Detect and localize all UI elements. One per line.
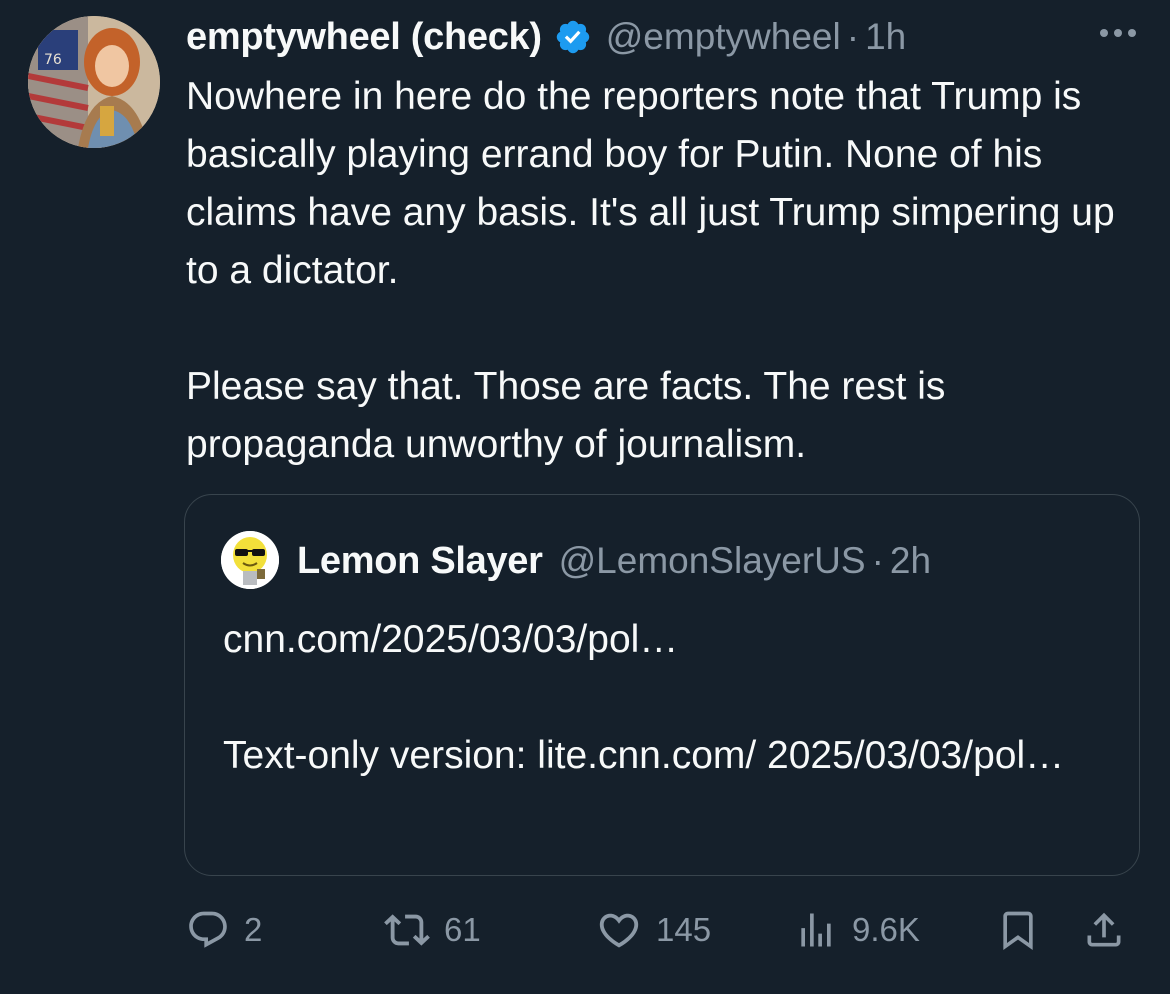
views-count: 9.6K	[852, 911, 920, 948]
separator-dot: ·	[871, 540, 884, 581]
tweet-text: Nowhere in here do the reporters note th…	[186, 68, 1126, 474]
author-display-name[interactable]: emptywheel (check)	[186, 16, 542, 59]
quoted-tweet-timestamp[interactable]: 2h	[890, 540, 931, 582]
separator-dot: ·	[846, 16, 860, 57]
tweet-header: emptywheel (check) @emptywheel · 1h	[186, 10, 906, 64]
quoted-tweet-paragraph[interactable]: Text-only version: lite.cnn.com/ 2025/03…	[223, 727, 1103, 785]
repost-count: 61	[444, 911, 481, 948]
quoted-tweet[interactable]: Lemon Slayer @LemonSlayerUS · 2h cnn.com…	[184, 494, 1140, 876]
avatar-number: 76	[44, 52, 62, 68]
quoted-author-display-name[interactable]: Lemon Slayer	[297, 540, 543, 583]
quoted-tweet-text: cnn.com/2025/03/03/pol… Text-only versio…	[223, 611, 1103, 785]
author-handle[interactable]: @emptywheel	[606, 16, 841, 58]
bookmark-button[interactable]	[996, 900, 1040, 960]
quoted-author-handle[interactable]: @LemonSlayerUS	[559, 540, 866, 582]
more-icon[interactable]	[1096, 18, 1140, 48]
repost-icon	[384, 907, 430, 953]
bookmark-icon	[996, 908, 1040, 952]
action-bar: 2 61 145 9.6K	[186, 900, 1146, 960]
heart-icon	[596, 907, 642, 953]
tweet-paragraph: Nowhere in here do the reporters note th…	[186, 75, 1115, 292]
author-avatar[interactable]: 76	[28, 16, 160, 148]
reply-count: 2	[244, 911, 263, 948]
reply-button[interactable]: 2	[186, 900, 262, 960]
share-button[interactable]	[1082, 900, 1126, 960]
tweet[interactable]: 76 emptywheel (check) @emptywheel · 1h N…	[0, 0, 1170, 994]
verified-badge-icon[interactable]	[554, 18, 592, 56]
reply-icon	[186, 908, 230, 952]
repost-button[interactable]: 61	[384, 900, 481, 960]
share-icon	[1082, 908, 1126, 952]
quoted-author-avatar[interactable]	[221, 531, 279, 589]
quoted-tweet-link[interactable]: cnn.com/2025/03/03/pol…	[223, 611, 1103, 669]
like-button[interactable]: 145	[596, 900, 711, 960]
quoted-tweet-header: Lemon Slayer @LemonSlayerUS · 2h	[297, 533, 931, 589]
tweet-timestamp[interactable]: 1h	[865, 16, 906, 58]
tweet-paragraph: Please say that. Those are facts. The re…	[186, 365, 946, 466]
like-count: 145	[656, 911, 712, 948]
views-button[interactable]: 9.6K	[794, 900, 920, 960]
views-chart-icon	[794, 908, 838, 952]
